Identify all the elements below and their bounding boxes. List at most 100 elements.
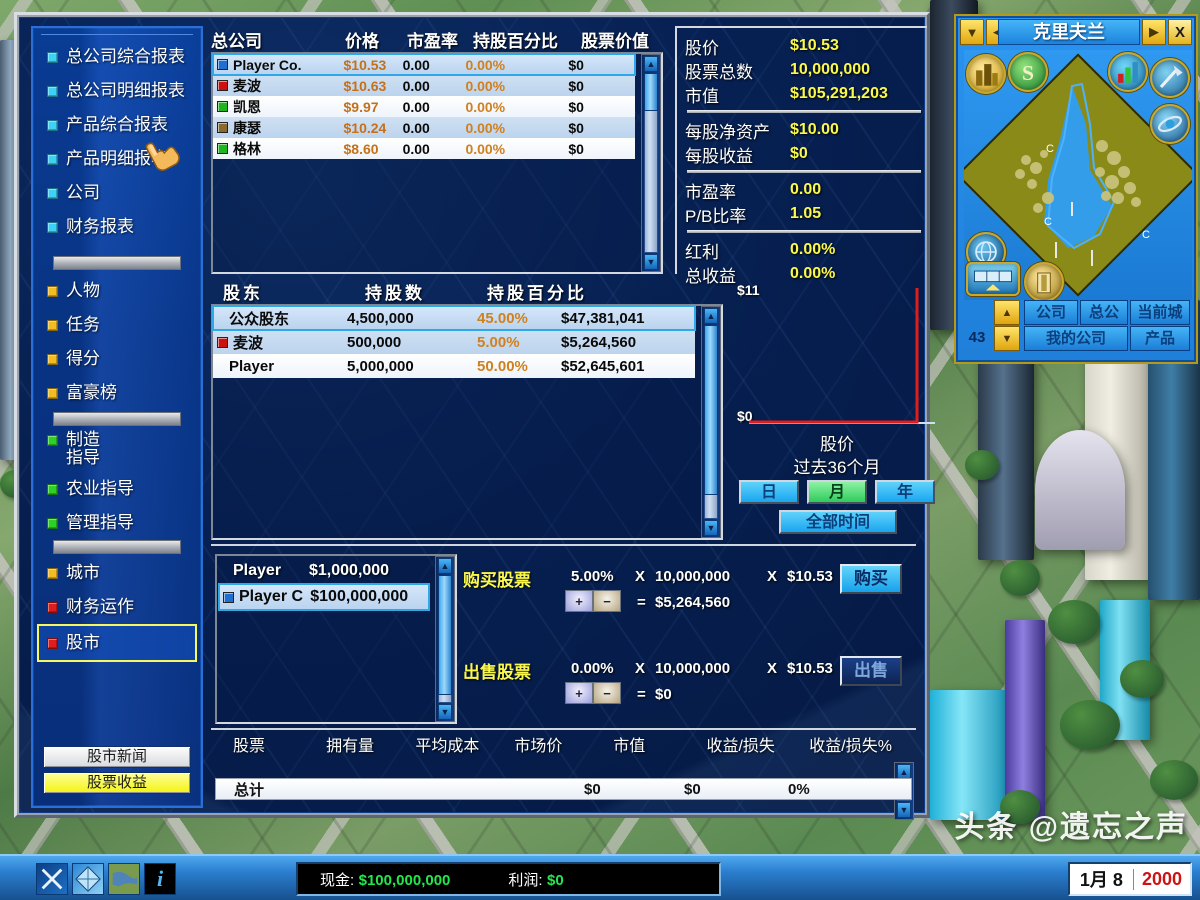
transport-icon[interactable]	[966, 262, 1020, 296]
stat-value: $0	[790, 145, 808, 162]
investor-scrollbar[interactable]: ▲ ▼	[435, 556, 455, 722]
stock-news-button[interactable]: 股市新闻	[43, 746, 191, 768]
corp-name: 格林	[233, 140, 261, 157]
table-row[interactable]: Player Co. $10.53 0.00 0.00% $0	[212, 53, 636, 76]
buy-total-shares: 10,000,000	[655, 568, 731, 585]
sidebar-item-product-summary[interactable]: 产品综合报表	[33, 108, 201, 142]
sidebar-item-rich-list[interactable]: 富豪榜	[33, 376, 201, 410]
sidebar-divider	[53, 412, 181, 426]
shareholder-value: $47,381,041	[561, 309, 645, 327]
sell-decrease-button[interactable]: −	[593, 682, 621, 704]
minimap-close-button[interactable]: X	[1168, 19, 1192, 45]
buy-total-cost: $5,264,560	[655, 594, 731, 611]
buy-percent-stepper[interactable]: + −	[565, 590, 621, 612]
sidebar-item-characters[interactable]: 人物	[33, 274, 201, 308]
scroll-down-icon[interactable]: ▼	[897, 802, 911, 818]
stat-key: 每股收益	[685, 146, 753, 166]
table-row[interactable]: 康瑟 $10.24 0.00 0.00% $0	[213, 117, 635, 138]
buy-decrease-button[interactable]: −	[593, 590, 621, 612]
map-icon[interactable]	[108, 863, 140, 895]
sidebar-item-management-guide[interactable]: 管理指导	[33, 506, 201, 540]
tab-products[interactable]: 产品	[1130, 326, 1190, 351]
sidebar-item-label: 总公司综合报表	[66, 47, 185, 67]
minimap-scroll-down-button[interactable]: ▼	[994, 326, 1020, 351]
info-icon[interactable]: i	[144, 863, 176, 895]
shareholders-table-header: 股东 持股数 持股百分比	[211, 278, 723, 304]
sidebar-item-agriculture-guide[interactable]: 农业指导	[33, 472, 201, 506]
chart-report-icon[interactable]	[1108, 52, 1148, 92]
range-button-year[interactable]: 年	[875, 480, 935, 504]
minimap-collapse-button[interactable]: ▼	[960, 19, 984, 45]
scroll-thumb[interactable]	[704, 325, 718, 495]
corporations-scrollbar[interactable]: ▲ ▼	[641, 54, 661, 272]
scroll-down-icon[interactable]: ▼	[704, 520, 718, 536]
tab-my-company[interactable]: 我的公司	[1024, 326, 1128, 351]
list-item[interactable]: Player C $100,000,000	[218, 583, 430, 611]
stat-key: P/B比率	[685, 206, 747, 226]
scroll-up-icon[interactable]: ▲	[644, 56, 658, 72]
tab-current-city[interactable]: 当前城市	[1130, 300, 1190, 325]
stats-group: 每股净资产 $10.00 每股收益 $0	[685, 116, 923, 169]
sidebar-item-corp-summary[interactable]: 总公司综合报表	[33, 40, 201, 74]
shareholders-scrollbar[interactable]: ▲ ▼	[701, 306, 721, 538]
sidebar-item-financial-report[interactable]: 财务报表	[33, 210, 201, 244]
stat-value: 0.00%	[790, 241, 836, 258]
buy-button[interactable]: 购买	[840, 564, 902, 594]
city-view-icon[interactable]	[966, 54, 1006, 94]
shareholder-name: 公众股东	[229, 310, 290, 328]
close-x-icon[interactable]	[36, 863, 68, 895]
tree-cluster	[1150, 760, 1198, 800]
construction-icon[interactable]	[1150, 58, 1190, 98]
tree-cluster	[1120, 660, 1164, 698]
minimap-next-city-button[interactable]: ▶	[1142, 19, 1166, 45]
total-label: 总计	[234, 781, 265, 799]
table-row[interactable]: 凯恩 $9.97 0.00 0.00% $0	[213, 96, 635, 117]
research-icon[interactable]	[1150, 104, 1190, 144]
scroll-down-icon[interactable]: ▼	[644, 254, 658, 270]
scroll-down-icon[interactable]: ▼	[438, 704, 452, 720]
buy-increase-button[interactable]: +	[565, 590, 593, 612]
tree-cluster	[965, 450, 999, 480]
tab-company[interactable]: 公司	[1024, 300, 1078, 325]
shareholder-pct: 50.00%	[477, 357, 528, 375]
sidebar-item-corp-detail[interactable]: 总公司明细报表	[33, 74, 201, 108]
col-header-shares: 持股数	[365, 283, 425, 303]
tab-headquarters[interactable]: 总公	[1080, 300, 1128, 325]
scroll-thumb[interactable]	[438, 575, 452, 695]
sell-button[interactable]: 出售	[840, 656, 902, 686]
sidebar-item-manufacturing-guide[interactable]: 制造 指导	[33, 428, 201, 472]
stock-earnings-button[interactable]: 股票收益	[43, 772, 191, 794]
sidebar-item-product-detail[interactable]: 产品明细报表	[33, 142, 201, 176]
minimap-scroll-up-button[interactable]: ▲	[994, 300, 1020, 325]
table-row[interactable]: 格林 $8.60 0.00 0.00% $0	[213, 138, 635, 159]
range-button-month[interactable]: 月	[807, 480, 867, 504]
world-globe-icon[interactable]	[72, 863, 104, 895]
scroll-thumb[interactable]	[644, 73, 658, 111]
sidebar-item-score[interactable]: 得分	[33, 342, 201, 376]
warehouse-icon[interactable]	[1024, 262, 1064, 300]
range-button-all-time[interactable]: 全部时间	[779, 510, 897, 534]
stock-dollar-icon[interactable]: S	[1008, 52, 1048, 92]
table-row[interactable]: 麦波 500,000 5.00% $5,264,560	[213, 330, 695, 354]
table-row[interactable]: Player 5,000,000 50.00% $52,645,601	[213, 354, 695, 378]
table-row[interactable]: 麦波 $10.63 0.00 0.00% $0	[213, 75, 635, 96]
sidebar-item-city[interactable]: 城市	[33, 556, 201, 590]
game-date-display[interactable]: 1月 8 2000	[1067, 862, 1192, 896]
minimap-canvas[interactable]: C C C S	[964, 50, 1192, 300]
sell-increase-button[interactable]: +	[565, 682, 593, 704]
stat-value: 0.00	[790, 181, 822, 198]
profit-value: $0	[547, 871, 564, 889]
sell-percent-stepper[interactable]: + −	[565, 682, 621, 704]
sidebar-item-company[interactable]: 公司	[33, 176, 201, 210]
list-item[interactable]: Player $1,000,000	[219, 558, 429, 584]
sidebar-item-missions[interactable]: 任务	[33, 308, 201, 342]
scroll-up-icon[interactable]: ▲	[704, 308, 718, 324]
range-button-day[interactable]: 日	[739, 480, 799, 504]
stat-line: 每股净资产 $10.00	[685, 118, 923, 142]
date-value: 1月 8	[1079, 870, 1123, 890]
sidebar-item-financial-ops[interactable]: 财务运作	[33, 590, 201, 624]
sidebar-item-stock-market[interactable]: 股市	[37, 624, 197, 662]
scroll-up-icon[interactable]: ▲	[438, 558, 452, 574]
sell-equals-symbol: =	[637, 686, 646, 703]
table-row[interactable]: 公众股东 4,500,000 45.00% $47,381,041	[212, 305, 696, 331]
